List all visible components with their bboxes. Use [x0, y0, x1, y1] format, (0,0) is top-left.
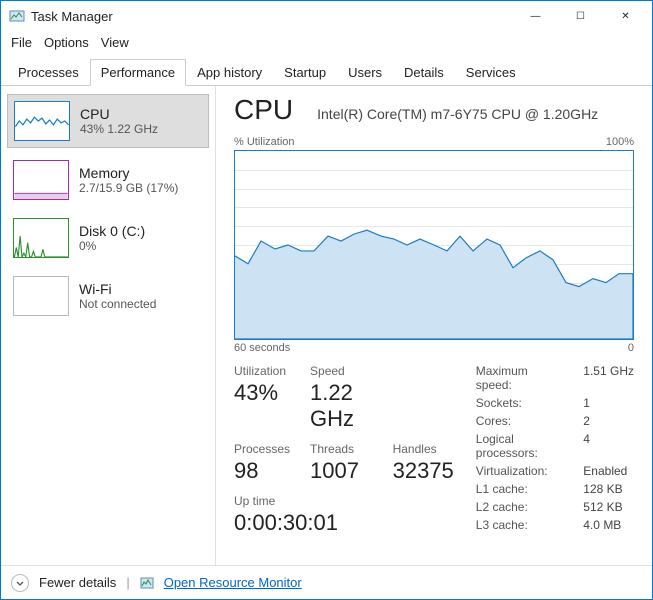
cpu-model: Intel(R) Core(TM) m7-6Y75 CPU @ 1.20GHz: [317, 106, 598, 122]
tab-strip: Processes Performance App history Startu…: [1, 58, 652, 86]
disk-sparkline-icon: [13, 218, 69, 258]
r-max-speed-label: Maximum speed:: [476, 364, 558, 392]
r-logical-label: Logical processors:: [476, 432, 558, 460]
stat-threads: Threads 1007: [310, 442, 373, 484]
tab-users[interactable]: Users: [337, 59, 393, 86]
sidebar-item-label: CPU: [80, 106, 158, 122]
graph-y-label: % Utilization: [234, 136, 295, 148]
sidebar-item-sub: 2.7/15.9 GB (17%): [79, 181, 178, 195]
sidebar-item-label: Disk 0 (C:): [79, 223, 145, 239]
tab-app-history[interactable]: App history: [186, 59, 273, 86]
app-title: Task Manager: [31, 9, 113, 24]
sidebar-item-cpu[interactable]: CPU 43% 1.22 GHz: [7, 94, 209, 148]
r-virt-value: Enabled: [583, 464, 634, 478]
minimize-button[interactable]: —: [513, 1, 558, 31]
resource-monitor-icon: [140, 576, 154, 590]
stats-right: Maximum speed: 1.51 GHz Sockets: 1 Cores…: [476, 364, 634, 536]
menu-file[interactable]: File: [7, 33, 36, 52]
footer: Fewer details | Open Resource Monitor: [1, 565, 652, 599]
cpu-sparkline-icon: [14, 101, 70, 141]
r-max-speed-value: 1.51 GHz: [583, 364, 634, 392]
stat-utilization: Utilization 43%: [234, 364, 290, 432]
sidebar-item-sub: 0%: [79, 239, 145, 253]
r-logical-value: 4: [583, 432, 634, 460]
content-area: CPU 43% 1.22 GHz Memory 2.7/15.9 GB (17%…: [1, 86, 652, 565]
fewer-details-button[interactable]: Fewer details: [39, 575, 116, 590]
menu-view[interactable]: View: [97, 33, 133, 52]
graph-x-right: 0: [628, 342, 634, 354]
cpu-utilization-graph: [234, 150, 634, 340]
tab-performance[interactable]: Performance: [90, 59, 186, 86]
graph-y-max: 100%: [606, 136, 634, 148]
tab-services[interactable]: Services: [455, 59, 527, 86]
r-sockets-value: 1: [583, 396, 634, 410]
tab-details[interactable]: Details: [393, 59, 455, 86]
detail-pane: CPU Intel(R) Core(TM) m7-6Y75 CPU @ 1.20…: [216, 86, 652, 565]
detail-header: CPU Intel(R) Core(TM) m7-6Y75 CPU @ 1.20…: [234, 94, 634, 126]
r-l3-label: L3 cache:: [476, 518, 558, 532]
sidebar-item-label: Wi-Fi: [79, 281, 156, 297]
menu-bar: File Options View: [1, 31, 652, 58]
chevron-down-icon[interactable]: [11, 574, 29, 592]
r-l1-value: 128 KB: [583, 482, 634, 496]
stat-handles: Handles 32375: [393, 442, 454, 484]
tab-processes[interactable]: Processes: [7, 59, 90, 86]
r-virt-label: Virtualization:: [476, 464, 558, 478]
title-bar: Task Manager — ☐ ✕: [1, 1, 652, 31]
sidebar-item-disk[interactable]: Disk 0 (C:) 0%: [7, 212, 209, 264]
sidebar-item-memory[interactable]: Memory 2.7/15.9 GB (17%): [7, 154, 209, 206]
stat-processes: Processes 98: [234, 442, 290, 484]
r-cores-value: 2: [583, 414, 634, 428]
detail-title: CPU: [234, 94, 293, 126]
stats-left: Utilization 43% Speed 1.22 GHz Processes…: [234, 364, 454, 536]
stats-area: Utilization 43% Speed 1.22 GHz Processes…: [234, 364, 634, 536]
graph-x-left: 60 seconds: [234, 342, 290, 354]
r-sockets-label: Sockets:: [476, 396, 558, 410]
maximize-button[interactable]: ☐: [558, 1, 603, 31]
r-l3-value: 4.0 MB: [583, 518, 634, 532]
r-l2-value: 512 KB: [583, 500, 634, 514]
task-manager-window: Task Manager — ☐ ✕ File Options View Pro…: [0, 0, 653, 600]
menu-options[interactable]: Options: [40, 33, 93, 52]
memory-sparkline-icon: [13, 160, 69, 200]
sidebar-item-label: Memory: [79, 165, 178, 181]
stat-uptime: Up time 0:00:30:01: [234, 494, 454, 536]
sidebar-item-sub: 43% 1.22 GHz: [80, 122, 158, 136]
r-l1-label: L1 cache:: [476, 482, 558, 496]
sidebar-item-wifi[interactable]: Wi-Fi Not connected: [7, 270, 209, 322]
wifi-sparkline-icon: [13, 276, 69, 316]
tab-startup[interactable]: Startup: [273, 59, 337, 86]
perf-sidebar: CPU 43% 1.22 GHz Memory 2.7/15.9 GB (17%…: [1, 86, 216, 565]
stat-speed: Speed 1.22 GHz: [310, 364, 373, 432]
r-cores-label: Cores:: [476, 414, 558, 428]
app-icon: [9, 8, 25, 24]
sidebar-item-sub: Not connected: [79, 297, 156, 311]
close-button[interactable]: ✕: [603, 1, 648, 31]
r-l2-label: L2 cache:: [476, 500, 558, 514]
open-resource-monitor-link[interactable]: Open Resource Monitor: [164, 575, 302, 590]
